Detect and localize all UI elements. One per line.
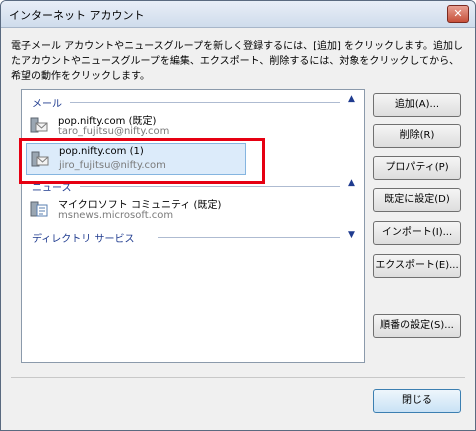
add-button[interactable]: 追加(A)... — [373, 93, 461, 117]
delete-button[interactable]: 削除(R) — [373, 124, 461, 148]
news-account-icon — [30, 201, 48, 217]
group-divider — [158, 237, 340, 238]
group-divider — [80, 186, 340, 187]
group-header-directory: ディレクトリ サービス — [32, 234, 135, 245]
mail-account-icon — [30, 117, 48, 133]
order-settings-button[interactable]: 順番の設定(S)... — [373, 314, 461, 338]
divider — [11, 377, 465, 378]
internet-accounts-window: インターネット アカウント ✕ 電子メール アカウントやニュースグループを新しく… — [0, 0, 476, 431]
chevron-down-icon[interactable]: ▼ — [348, 230, 355, 240]
chevron-up-icon[interactable]: ▲ — [348, 178, 355, 188]
close-button[interactable]: 閉じる — [373, 389, 461, 413]
properties-button[interactable]: プロパティ(P) — [373, 156, 461, 180]
account-server: msnews.microsoft.com — [58, 210, 174, 221]
export-button[interactable]: エクスポート(E)... — [373, 254, 461, 278]
highlight-frame — [19, 138, 265, 184]
set-default-button[interactable]: 既定に設定(D) — [373, 188, 461, 212]
instructions-text: 電子メール アカウントやニュースグループを新しく登録するには、[追加] をクリッ… — [11, 41, 464, 82]
list-item[interactable]: マイクロソフト コミュニティ (既定) msnews.microsoft.com — [26, 194, 356, 224]
list-item[interactable]: pop.nifty.com (既定) taro_fujitsu@nifty.co… — [26, 110, 356, 140]
group-header-mail: メール — [32, 99, 62, 110]
window-title: インターネット アカウント — [9, 9, 145, 22]
import-button[interactable]: インポート(I)... — [373, 221, 461, 245]
group-divider — [70, 102, 340, 103]
account-name: マイクロソフト コミュニティ (既定) — [58, 200, 222, 211]
account-name: pop.nifty.com (既定) — [58, 116, 157, 127]
chevron-up-icon[interactable]: ▲ — [348, 94, 355, 104]
close-icon[interactable]: ✕ — [447, 5, 469, 23]
account-email: taro_fujitsu@nifty.com — [58, 126, 170, 137]
account-list[interactable]: メール ▲ pop.nifty.com (既定) taro_fujitsu@ni… — [21, 89, 365, 363]
title-bar: インターネット アカウント ✕ — [1, 1, 475, 28]
